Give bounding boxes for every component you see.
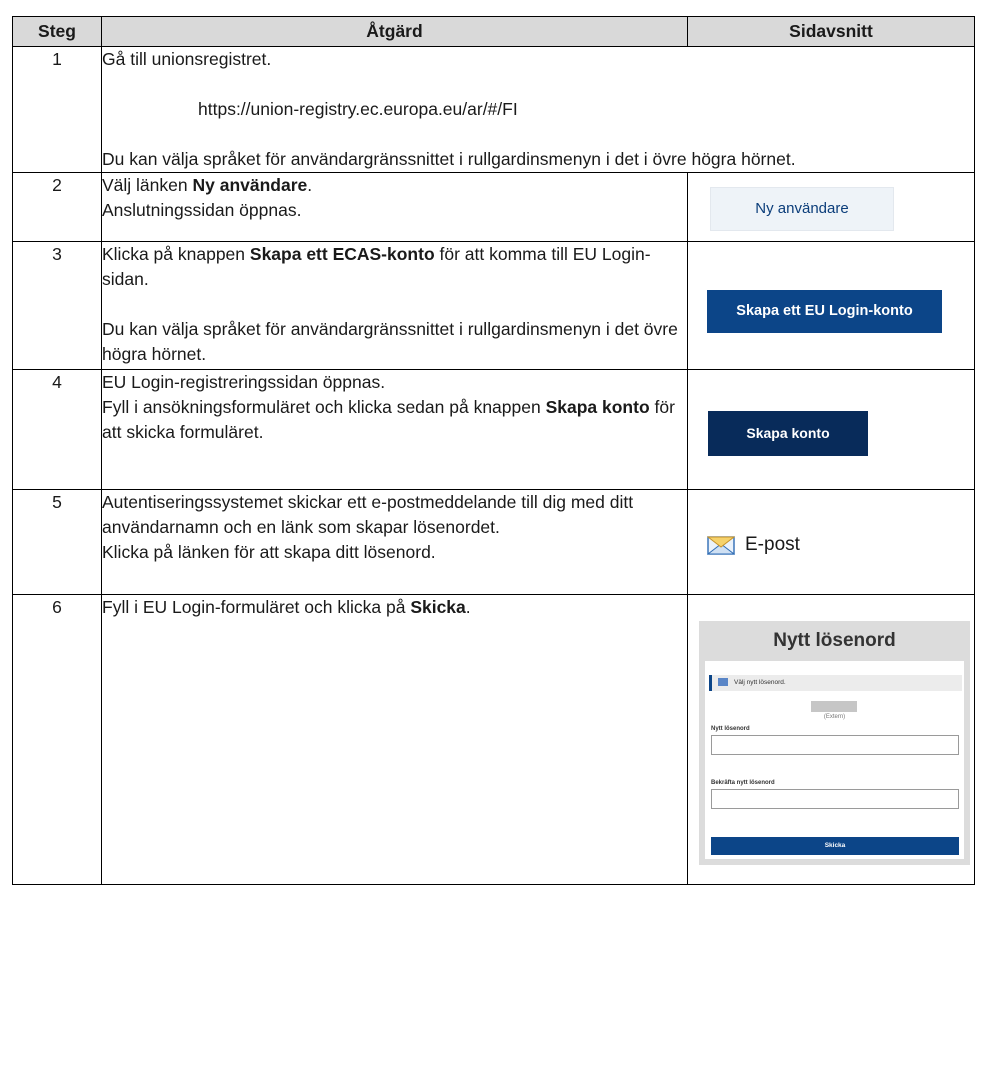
step-note: Du kan välja språket för användargränssn… [102,319,678,364]
new-user-button-image: Ny användare [710,187,894,231]
step-number: 2 [12,172,102,242]
new-password-form: Välj nytt lösenord. (Extern) Nytt löseno… [705,661,964,859]
step-image: Skapa konto [687,369,975,490]
step-text-2: Anslutningssidan öppnas. [102,200,302,220]
create-eu-login-button-image: Skapa ett EU Login-konto [707,290,942,333]
submit-button-image: Skicka [711,837,959,855]
step-text-2: Klicka på länken för att skapa ditt löse… [102,542,436,562]
step-action: Välj länken Ny användare. Anslutningssid… [101,172,688,242]
table-row: 5 Autentiseringssystemet skickar ett e-p… [12,489,975,595]
step-text: Klicka på knappen Skapa ett ECAS-konto f… [102,244,651,289]
step-action: Autentiseringssystemet skickar ett e-pos… [101,489,688,595]
step-image: Skapa ett EU Login-konto [687,241,975,370]
step-number: 4 [12,369,102,490]
step-text: EU Login-registreringssidan öppnas. [102,372,386,392]
header-action: Åtgärd [101,16,688,47]
email-indicator: E-post [707,527,800,561]
header-row: Steg Åtgärd Sidavsnitt [12,16,975,47]
button-name: Skapa konto [545,397,650,417]
step-action: EU Login-registreringssidan öppnas. Fyll… [101,369,688,490]
step-text: Välj länken Ny användare. [102,175,313,195]
step-note: Du kan välja språket för användargränssn… [102,149,796,169]
username-redacted [811,701,857,712]
registry-url: https://union-registry.ec.europa.eu/ar/#… [198,99,518,119]
table-row: 1 Gå till unionsregistret. https://union… [12,46,975,173]
step-number: 3 [12,241,102,370]
extern-label: (Extern) [823,714,846,720]
step-text: Fyll i EU Login-formuläret och klicka på… [102,597,471,617]
step-text-2: Fyll i ansökningsformuläret och klicka s… [102,397,675,442]
new-password-field [711,735,959,755]
header-step: Steg [12,16,102,47]
info-bar: Välj nytt lösenord. [709,675,962,691]
step-image: Nytt lösenord Välj nytt lösenord. (Exter… [687,594,975,885]
envelope-icon [707,536,735,555]
button-name: Skapa ett ECAS-konto [249,244,435,264]
step-action: Klicka på knappen Skapa ett ECAS-konto f… [101,241,688,370]
step-action: Gå till unionsregistret. https://union-r… [101,46,975,173]
info-text: Välj nytt lösenord. [734,679,786,686]
step-image: Ny användare [687,172,975,242]
confirm-password-field [711,789,959,809]
email-label: E-post [745,533,800,555]
steps-table: Steg Åtgärd Sidavsnitt 1 Gå till unionsr… [12,16,975,885]
new-password-title: Nytt lösenord [773,630,896,651]
step-number: 6 [12,594,102,885]
table-row: 4 EU Login-registreringssidan öppnas. Fy… [12,369,975,490]
step-number: 1 [12,46,102,173]
create-account-button-image: Skapa konto [708,411,868,456]
step-number: 5 [12,489,102,595]
confirm-password-label: Bekräfta nytt lösenord [711,780,775,786]
step-image: E-post [687,489,975,595]
flag-icon [718,678,728,686]
table-row: 6 Fyll i EU Login-formuläret och klicka … [12,594,975,885]
header-section: Sidavsnitt [687,16,975,47]
step-text: Autentiseringssystemet skickar ett e-pos… [102,492,634,537]
new-password-label: Nytt lösenord [711,726,750,732]
step-text: Gå till unionsregistret. [102,49,272,69]
button-name: Skicka [410,597,466,617]
table-row: 2 Välj länken Ny användare. Anslutningss… [12,172,975,242]
new-password-screenshot: Nytt lösenord Välj nytt lösenord. (Exter… [699,621,970,865]
table-row: 3 Klicka på knappen Skapa ett ECAS-konto… [12,241,975,370]
link-name: Ny användare [192,175,308,195]
step-action: Fyll i EU Login-formuläret och klicka på… [101,594,688,885]
